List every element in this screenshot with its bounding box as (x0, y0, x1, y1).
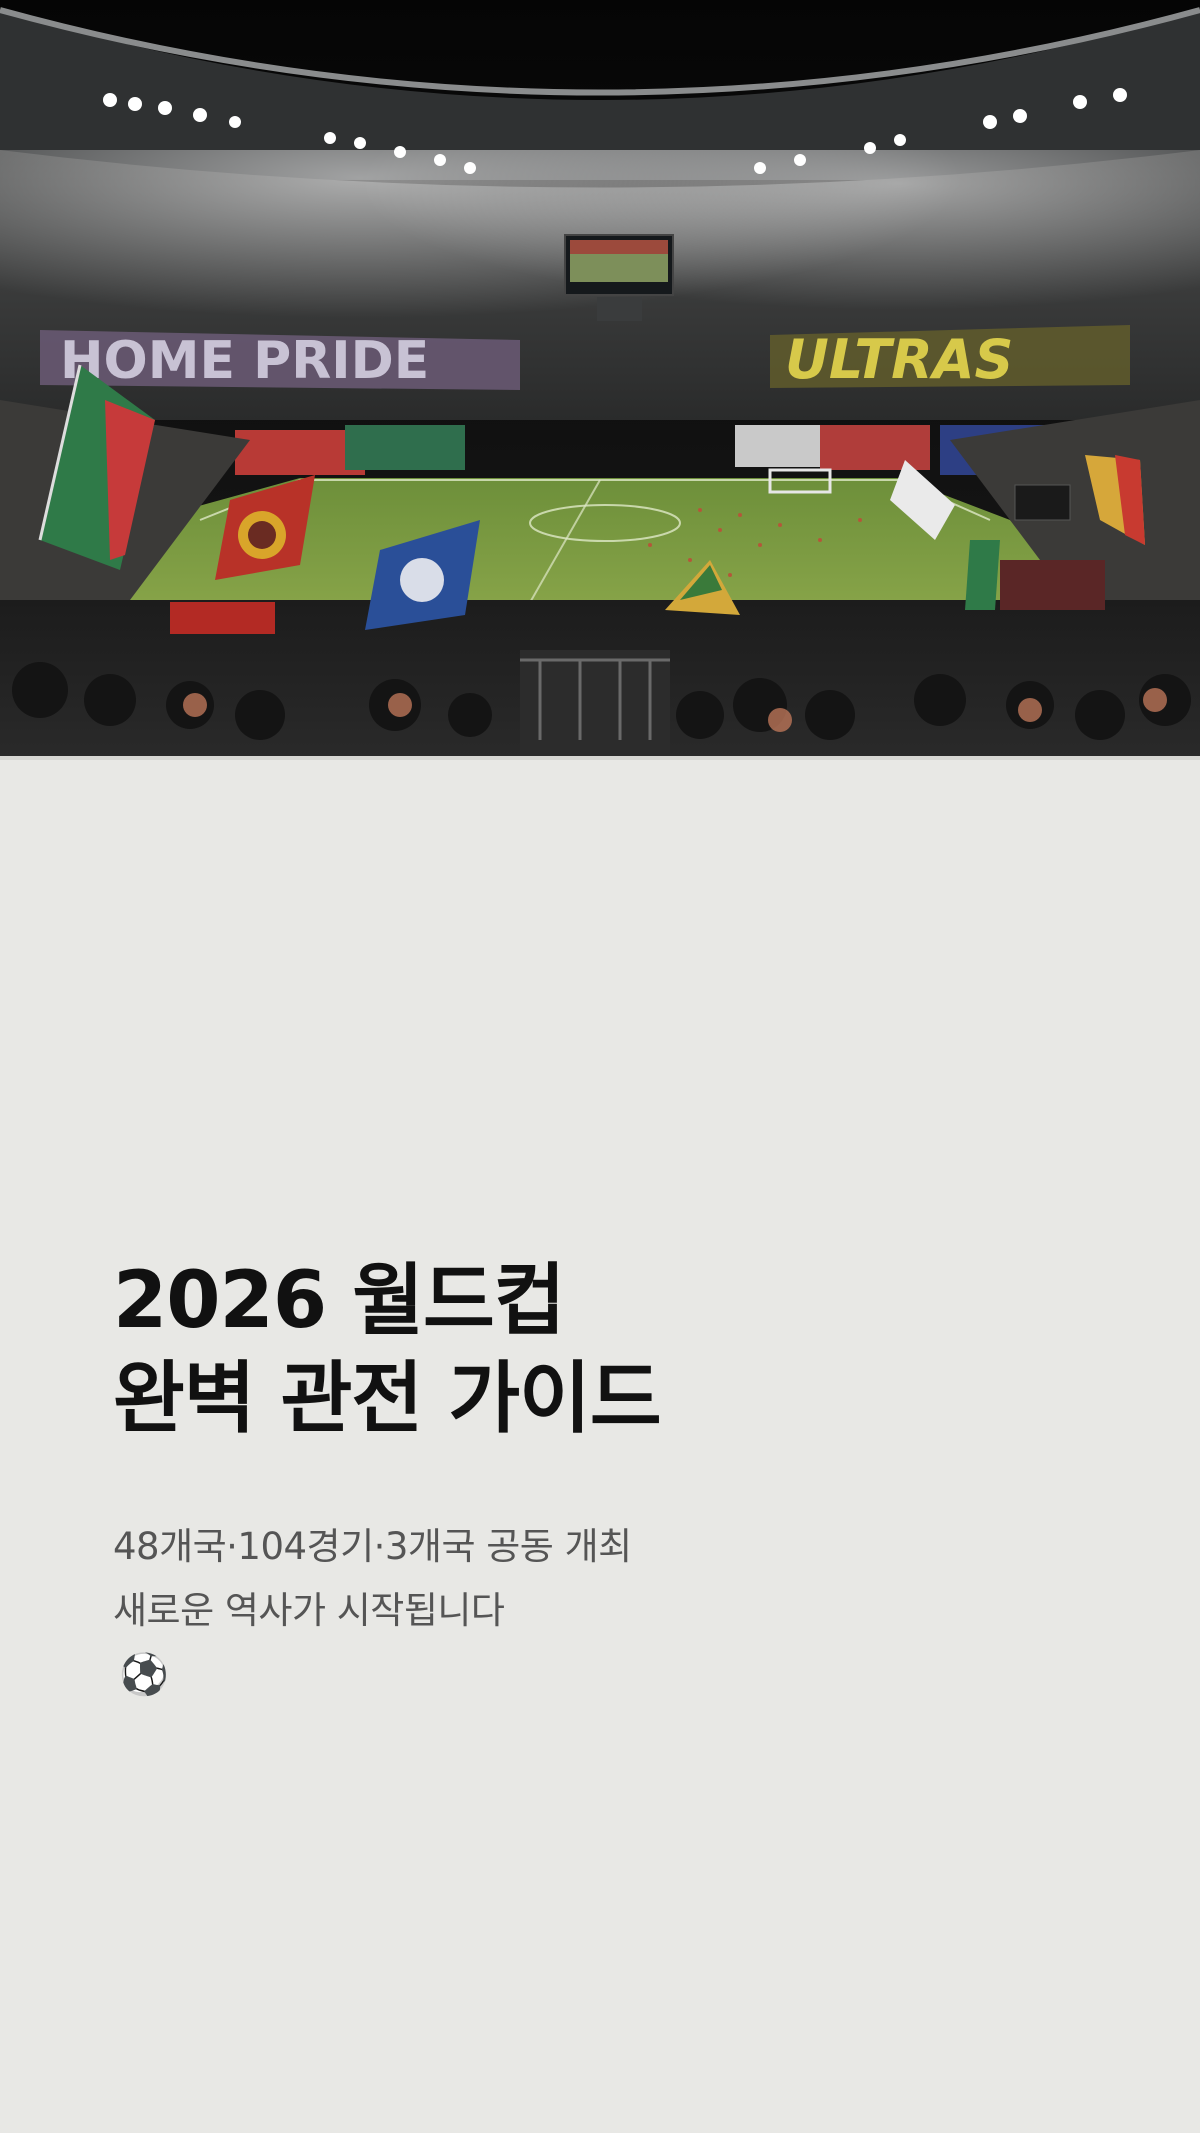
guide-cover-page: HOME PRIDE ULTRAS 2026 월드컵 완벽 관전 가이드 48개… (0, 0, 1200, 2133)
banner-home-pride: HOME PRIDE (60, 331, 429, 391)
subtitle-line-2-wrap: 새로운 역사가 시작됩니다 ⚽ (113, 1579, 632, 1707)
title-line-1: 2026 월드컵 (113, 1256, 566, 1346)
title-line-2: 완벽 관전 가이드 (113, 1354, 662, 1444)
soccer-ball-icon: ⚽ (119, 1652, 169, 1698)
page-title: 2026 월드컵 완벽 관전 가이드 (113, 1252, 662, 1448)
subtitle-line-1: 48개국·104경기·3개국 공동 개최 (113, 1525, 632, 1568)
banner-ultras: ULTRAS (785, 328, 1013, 391)
subtitle-line-2: 새로운 역사가 시작됩니다 (113, 1589, 505, 1632)
stadium-hero-image: HOME PRIDE ULTRAS (0, 0, 1200, 760)
subtitle: 48개국·104경기·3개국 공동 개최 새로운 역사가 시작됩니다 ⚽ (113, 1515, 632, 1707)
